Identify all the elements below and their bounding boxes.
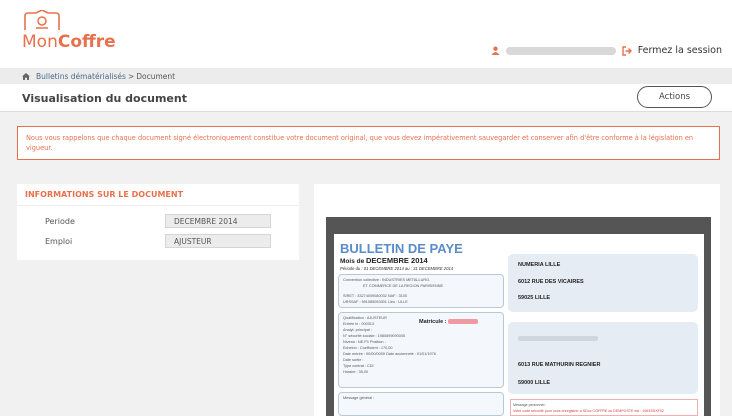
- info-panel-title: INFORMATIONS SUR LE DOCUMENT: [17, 184, 299, 206]
- employee-address-box: 6013 RUE MATHURIN REGNIER 59000 LILLE: [508, 322, 698, 394]
- info-row-periode: Periode DECEMBRE 2014: [25, 214, 291, 228]
- info-row-emploi: Emploi AJUSTEUR: [25, 234, 291, 248]
- breadcrumb: Bulletins dématérialisés > Document: [0, 68, 732, 84]
- employee-info-box: Matricule : Qualification : AJUSTEUR Ent…: [338, 312, 504, 388]
- matricule-redacted: [448, 319, 479, 325]
- app-header: MonCoffre Fermez la session: [0, 0, 732, 68]
- general-message-box: Message général :: [338, 392, 504, 416]
- user-area: Fermez la session: [491, 45, 722, 56]
- emploi-value: AJUSTEUR: [165, 234, 271, 248]
- legal-notice-alert: Nous vous rappelons que chaque document …: [17, 126, 720, 160]
- company-info-box: Convention collective : INDUSTRIES METAL…: [338, 274, 504, 308]
- user-icon: [491, 46, 500, 55]
- breadcrumb-current: Document: [136, 71, 176, 81]
- document-preview[interactable]: BULLETIN DE PAYE Mois de DECEMBRE 2014 P…: [314, 184, 720, 416]
- emploi-label: Emploi: [45, 236, 73, 246]
- payslip-page: BULLETIN DE PAYE Mois de DECEMBRE 2014 P…: [334, 234, 704, 416]
- periode-label: Periode: [45, 216, 75, 226]
- home-icon[interactable]: [22, 72, 30, 80]
- employer-address-box: NUMERIA LILLE 6012 RUE DES VICAIRES 5902…: [508, 254, 698, 312]
- title-bar: Visualisation du document Actions: [0, 84, 732, 112]
- payslip-title: BULLETIN DE PAYE: [340, 241, 463, 256]
- actions-button[interactable]: Actions: [637, 86, 712, 108]
- user-name-redacted: [505, 46, 616, 55]
- employee-name-redacted: [518, 336, 598, 341]
- document-info-panel: INFORMATIONS SUR LE DOCUMENT Periode DEC…: [17, 184, 299, 260]
- logout-link[interactable]: Fermez la session: [638, 45, 722, 56]
- payslip-period: Période du : 01 DECEMBRE 2014 au : 31 DE…: [340, 266, 454, 271]
- payslip-month: Mois de DECEMBRE 2014: [340, 256, 428, 265]
- breadcrumb-bulletins-link[interactable]: Bulletins dématérialisés: [36, 72, 126, 81]
- page-title: Visualisation du document: [22, 92, 187, 105]
- logo-text[interactable]: MonCoffre: [22, 32, 116, 52]
- personal-message-box: Message personnel : Votre code sécurité …: [510, 399, 698, 416]
- periode-value: DECEMBRE 2014: [165, 214, 271, 228]
- breadcrumb-separator: >: [127, 71, 135, 81]
- logout-icon[interactable]: [622, 45, 632, 56]
- matricule: Matricule :: [419, 319, 479, 325]
